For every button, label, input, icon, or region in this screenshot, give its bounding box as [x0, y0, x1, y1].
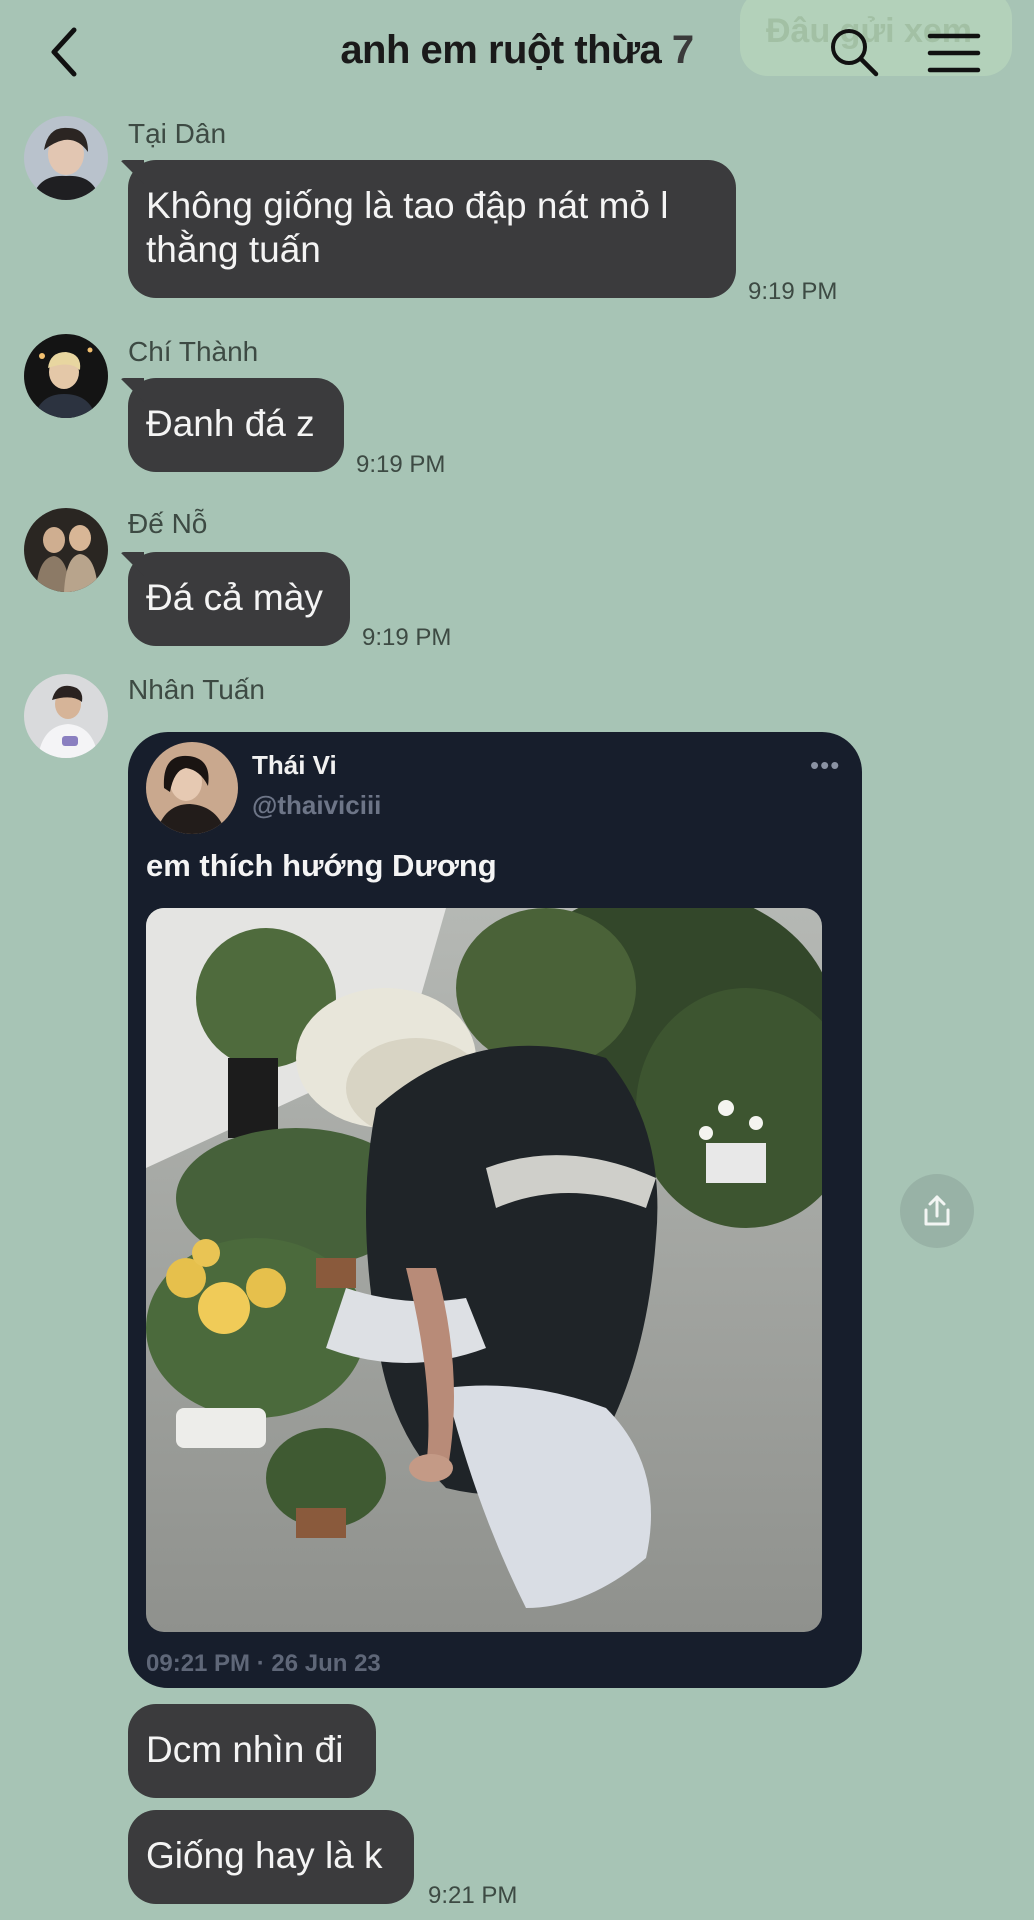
sender-name: Nhân Tuấn [128, 674, 265, 705]
tweet-author-name: Thái Vi [252, 750, 337, 780]
sender-name: Đế Nỗ [128, 508, 208, 539]
tweet-author-handle: @thaiviciii [252, 790, 382, 820]
shared-tweet-card[interactable]: Thái Vi @thaiviciii ••• em thích hướng D… [128, 732, 862, 1688]
avatar-tai-dan[interactable] [24, 116, 108, 200]
message-time: 9:21 PM [428, 1882, 518, 1909]
tweet-caption: em thích hướng Dương [146, 848, 497, 883]
tweet-date: 09:21 PM · 26 Jun 23 [146, 1650, 381, 1677]
chat-header: Đâu gửi xem anh em ruột thừa 7 [0, 0, 1034, 110]
message-text-line: Không giống là tao đập nát mỏ l [146, 185, 669, 226]
message-bubble[interactable]: Giống hay là k [128, 1810, 414, 1904]
message-time: 9:19 PM [356, 451, 446, 478]
message-text: Đá cả mày [146, 577, 323, 618]
message-text: Dcm nhìn đi [146, 1729, 344, 1770]
message-text: Giống hay là k [146, 1835, 383, 1876]
avatar-chi-thanh[interactable] [24, 334, 108, 418]
chat-title-text: anh em ruột thừa [340, 28, 662, 72]
member-count: 7 [671, 28, 694, 72]
message-bubble[interactable]: Dcm nhìn đi [128, 1704, 376, 1798]
message-time: 9:19 PM [748, 278, 838, 305]
search-icon[interactable] [826, 24, 882, 80]
share-button[interactable] [900, 1174, 974, 1248]
message-bubble[interactable]: Đanh đá z [128, 378, 344, 472]
share-icon [924, 1195, 950, 1226]
message-bubble[interactable]: Đá cả mày [128, 552, 350, 646]
tweet-author-avatar [146, 742, 238, 834]
sender-name: Tại Dân [128, 118, 227, 149]
avatar-nhan-tuan[interactable] [24, 674, 108, 758]
avatar-de-no[interactable] [24, 508, 108, 592]
more-options-icon[interactable]: ••• [810, 750, 840, 781]
message-text: Đanh đá z [146, 403, 315, 444]
message-text-line: thằng tuấn [146, 229, 321, 270]
sender-name: Chí Thành [128, 336, 259, 367]
message-bubble[interactable]: Không giống là tao đập nát mỏ l thằng tu… [128, 160, 736, 298]
message-time: 9:19 PM [362, 624, 452, 651]
menu-icon[interactable] [926, 28, 982, 78]
tweet-photo[interactable] [146, 908, 822, 1632]
